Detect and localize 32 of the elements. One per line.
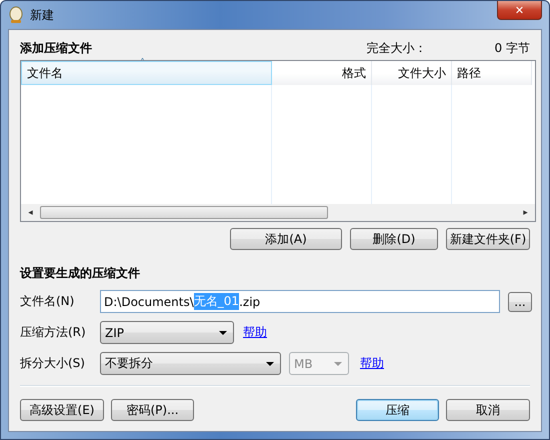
column-header[interactable]: 格式 [272, 61, 372, 85]
section-heading: 设置要生成的压缩文件 [20, 265, 141, 282]
delete-button[interactable]: 删除(D) [350, 228, 438, 250]
total-size-value: 0 字节 [494, 40, 530, 57]
section-heading: 添加压缩文件 [20, 40, 92, 57]
browse-button[interactable]: ... [508, 292, 532, 312]
help-link[interactable]: 帮助 [243, 324, 267, 341]
cancel-button[interactable]: 取消 [446, 399, 530, 421]
close-button[interactable]: ✕ [497, 1, 542, 20]
app-icon [8, 6, 24, 24]
field-label: 拆分大小(S) [20, 355, 86, 372]
split-dropdown[interactable]: 不要拆分 [100, 352, 281, 375]
caret-icon [334, 362, 342, 366]
field-label: 文件名(N) [20, 293, 76, 310]
input-field[interactable]: D:\Documents\无名_01.zip [100, 290, 500, 313]
help-link[interactable]: 帮助 [360, 355, 384, 372]
column-header[interactable]: 文件大小 [372, 61, 452, 85]
add-button[interactable]: 添加(A) [230, 228, 342, 250]
field-label: 压缩方法(R) [20, 324, 87, 341]
total-size-label: 完全大小： [366, 40, 428, 57]
window-title: 新建 [30, 6, 54, 24]
column-header[interactable]: 路径 [452, 61, 532, 85]
sort-arrow-icon: ˄ [140, 58, 145, 69]
caret-icon [219, 330, 227, 334]
new-folder-button[interactable]: 新建文件夹(F) [446, 228, 530, 250]
file-list[interactable]: ˄ 文件名 格式 文件大小 路径 ◂ ▸ [20, 60, 536, 222]
advanced-settings-button[interactable]: 高级设置(E) [20, 399, 104, 421]
password-button[interactable]: 密码(P)... [111, 399, 194, 421]
method-dropdown[interactable]: ZIP [100, 321, 234, 344]
caret-icon [266, 362, 274, 366]
compress-button[interactable]: 压缩 [356, 399, 439, 421]
horizontal-scrollbar[interactable]: ◂ ▸ [21, 204, 535, 221]
